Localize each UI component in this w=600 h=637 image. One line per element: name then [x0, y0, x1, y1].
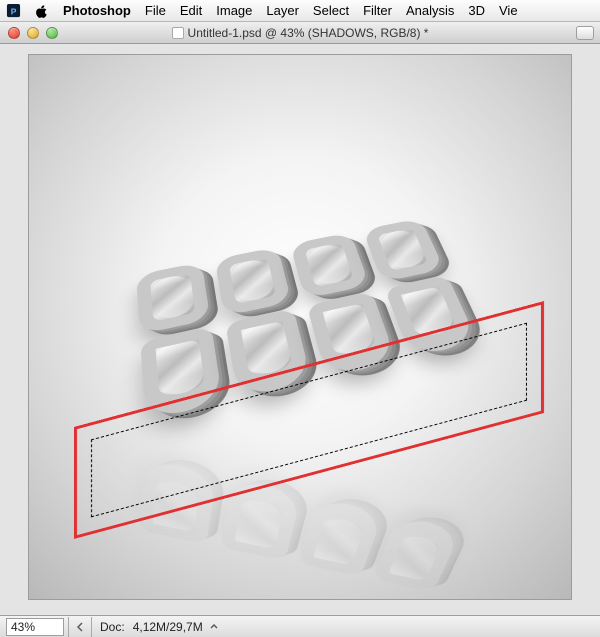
status-bar: 43% Doc: 4,12M/29,7M [0, 615, 600, 637]
menu-edit[interactable]: Edit [180, 3, 202, 18]
zoom-value: 43% [11, 620, 35, 634]
document-proxy-icon [172, 27, 184, 39]
window-titlebar[interactable]: Untitled-1.psd @ 43% (SHADOWS, RGB/8) * [0, 22, 600, 44]
document-canvas[interactable] [28, 54, 572, 600]
artwork-reflection [28, 338, 572, 600]
status-popup-icon[interactable] [207, 620, 221, 634]
system-menubar: P Photoshop File Edit Image Layer Select… [0, 0, 600, 22]
status-separator [91, 617, 92, 637]
menu-layer[interactable]: Layer [266, 3, 299, 18]
close-button[interactable] [8, 27, 20, 39]
window-controls [0, 27, 58, 39]
menu-file[interactable]: File [145, 3, 166, 18]
window-title-text: Untitled-1.psd @ 43% (SHADOWS, RGB/8) * [188, 26, 429, 40]
svg-text:P: P [11, 6, 17, 16]
document-window: Untitled-1.psd @ 43% (SHADOWS, RGB/8) * [0, 22, 600, 637]
doc-size-value: 4,12M/29,7M [129, 620, 207, 634]
status-chevron-left-icon[interactable] [73, 620, 87, 634]
zoom-level-field[interactable]: 43% [6, 618, 64, 636]
ps-app-icon: P [6, 3, 21, 18]
menu-select[interactable]: Select [313, 3, 349, 18]
menu-analysis[interactable]: Analysis [406, 3, 454, 18]
menu-3d[interactable]: 3D [468, 3, 485, 18]
window-title: Untitled-1.psd @ 43% (SHADOWS, RGB/8) * [0, 26, 600, 40]
titlebar-pill-button[interactable] [576, 26, 594, 40]
menu-filter[interactable]: Filter [363, 3, 392, 18]
menu-view[interactable]: Vie [499, 3, 518, 18]
zoom-button[interactable] [46, 27, 58, 39]
apple-icon[interactable] [35, 4, 49, 18]
status-separator [68, 617, 69, 637]
doc-size-label: Doc: [96, 620, 129, 634]
minimize-button[interactable] [27, 27, 39, 39]
canvas-area [0, 44, 600, 615]
menu-image[interactable]: Image [216, 3, 252, 18]
menu-photoshop[interactable]: Photoshop [63, 3, 131, 18]
